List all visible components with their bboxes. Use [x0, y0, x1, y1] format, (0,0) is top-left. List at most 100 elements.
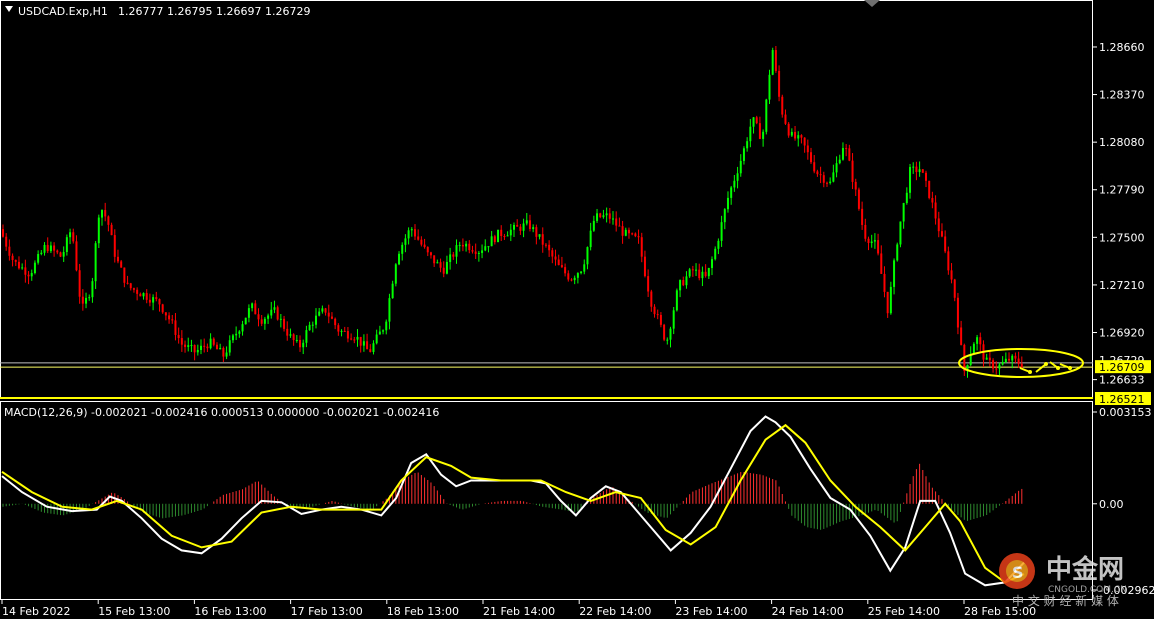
candle-body [576, 273, 579, 278]
candle-body [586, 247, 589, 265]
candle-body [659, 314, 662, 325]
candle-body [139, 293, 142, 297]
candle-body [426, 247, 429, 253]
price-tick-label: 1.26633 [1099, 374, 1145, 387]
candle-body [273, 307, 276, 310]
candle-body [784, 114, 787, 124]
chart-canvas[interactable]: 1.28660 1.28370 1.28080 1.27790 1.27500 1.272… [0, 0, 1154, 619]
candle-body [260, 319, 263, 324]
candle-body [819, 174, 822, 176]
candle-body [81, 296, 84, 304]
candle-body [53, 245, 56, 251]
candle-body [152, 297, 155, 303]
candle-body [835, 163, 838, 173]
candle-body [909, 166, 912, 193]
candle-body [228, 340, 231, 353]
candle-body [394, 264, 397, 284]
candle-body [883, 273, 886, 292]
candle-body [688, 269, 691, 277]
candle-body [953, 279, 956, 298]
candle-body [2, 229, 4, 237]
candle-body [174, 320, 177, 335]
candle-body [893, 260, 896, 287]
candle-body [934, 202, 937, 219]
candle-body [778, 70, 781, 97]
candle-body [366, 341, 369, 350]
candle-body [867, 238, 870, 244]
candle-body [177, 334, 180, 339]
candle-body [391, 283, 394, 299]
candle-body [877, 240, 880, 254]
candle-body [324, 308, 327, 313]
candle-body [605, 213, 608, 216]
time-tick-label: 16 Feb 13:00 [194, 605, 266, 618]
candle-body [995, 368, 998, 370]
candle-body [730, 187, 733, 198]
candle-body [40, 252, 43, 255]
candle-body [599, 213, 602, 218]
macd-tick-label: 0.00 [1099, 498, 1124, 511]
candle-body [746, 141, 749, 149]
candle-body [640, 237, 643, 257]
candle-body [129, 283, 132, 289]
candle-body [257, 314, 260, 320]
price-tick-label: 1.27790 [1099, 184, 1145, 197]
candle-body [813, 162, 816, 172]
candle-body [768, 74, 771, 100]
candle-body [327, 312, 330, 317]
candle-body [132, 288, 135, 290]
macd-header-label: MACD(12,26,9) -0.002021 -0.002416 0.0005… [4, 406, 439, 419]
candle-body [104, 210, 107, 217]
candle-body [299, 339, 302, 348]
candle-body [714, 248, 717, 260]
candle-body [621, 226, 624, 236]
candle-body [596, 213, 599, 221]
candle-body [701, 271, 704, 279]
candle-body [944, 236, 947, 252]
candle-body [267, 315, 270, 319]
candle-body [85, 297, 88, 304]
annotation-arrow-head-icon [1044, 362, 1048, 366]
candle-body [382, 330, 385, 332]
candle-body [972, 343, 975, 354]
candle-body [503, 236, 506, 238]
candle-body [682, 280, 685, 286]
candle-body [69, 232, 72, 238]
candle-body [950, 270, 953, 280]
candle-body [940, 231, 943, 237]
candle-body [631, 233, 634, 235]
candle-body [477, 252, 480, 254]
candle-body [244, 317, 247, 325]
candle-body [449, 254, 452, 262]
candle-body [848, 148, 851, 161]
candle-body [219, 347, 222, 350]
time-tick-label: 18 Feb 13:00 [387, 605, 459, 618]
candle-body [378, 331, 381, 335]
candle-body [803, 137, 806, 146]
candle-body [749, 126, 752, 142]
candle-body [548, 244, 551, 251]
candle-body [557, 259, 560, 266]
candle-body [918, 169, 921, 173]
candle-body [283, 318, 286, 329]
candle-body [436, 262, 439, 264]
cngold-logo-glyph: S [1012, 563, 1024, 582]
candle-body [771, 50, 774, 75]
candle-body [608, 213, 611, 219]
candle-body [62, 251, 65, 257]
candle-body [321, 308, 324, 312]
candle-body [1017, 358, 1020, 364]
candle-body [120, 261, 123, 268]
candle-body [976, 337, 979, 344]
candle-body [385, 321, 388, 331]
candle-body [429, 252, 432, 256]
candle-body [107, 216, 110, 225]
candle-body [988, 357, 991, 361]
candle-body [624, 229, 627, 236]
candle-body [979, 337, 982, 345]
candle-body [350, 338, 353, 340]
candle-body [17, 261, 20, 269]
candle-body [49, 245, 52, 252]
candle-body [458, 244, 461, 246]
candle-body [372, 343, 375, 352]
